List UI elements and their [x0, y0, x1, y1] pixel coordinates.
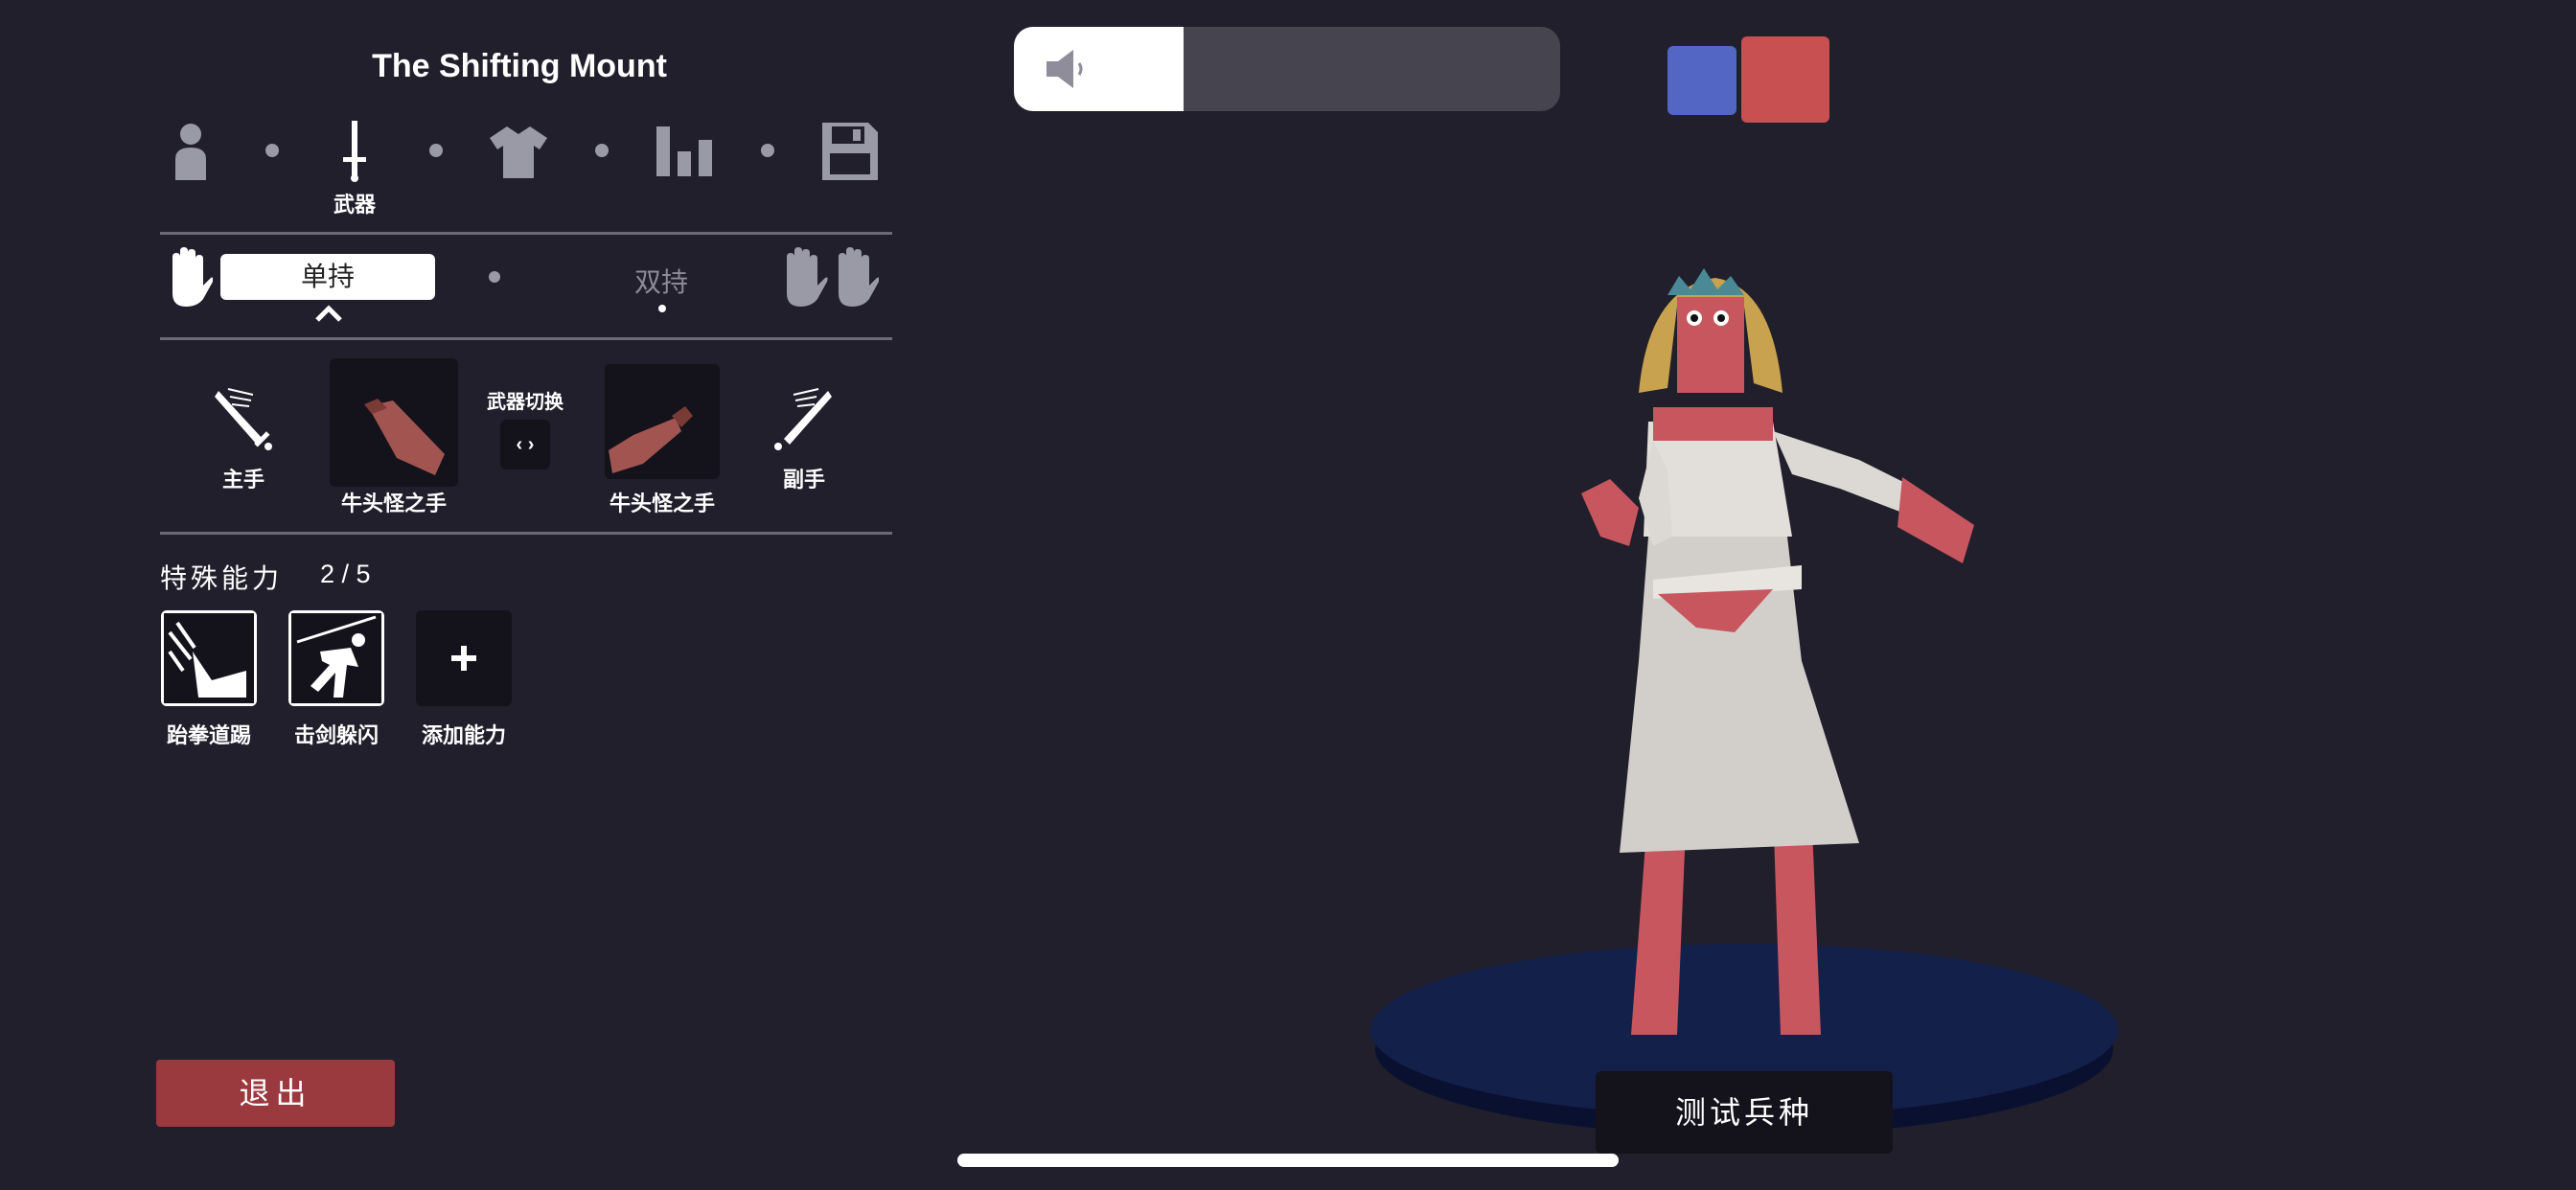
divider [160, 337, 892, 340]
exit-button[interactable]: 退出 [156, 1060, 395, 1127]
unit-preview [1370, 268, 2118, 1135]
main-hand-sword-icon [215, 387, 272, 455]
ability-label-3: 添加能力 [421, 723, 506, 747]
weapon-swap-label: 武器切换 [487, 392, 564, 413]
weapon-swap-button[interactable]: ‹ › [500, 420, 550, 469]
team-blue-button[interactable] [1668, 46, 1736, 115]
minotaur-hand-icon [609, 406, 693, 473]
test-unit-button[interactable]: 测试兵种 [1596, 1071, 1893, 1154]
home-indicator [957, 1154, 1619, 1167]
chevron-up-icon [315, 305, 342, 327]
stats-icon[interactable] [650, 117, 719, 186]
divider [160, 532, 892, 535]
mode-separator [489, 271, 500, 283]
save-icon[interactable] [816, 117, 885, 186]
sword-icon[interactable] [320, 117, 389, 186]
plus-icon [451, 646, 476, 671]
ability-label-1: 跆拳道踢 [166, 723, 251, 747]
step-label-weapon: 武器 [333, 193, 376, 217]
ability-slot-1[interactable] [161, 610, 257, 706]
ability-label-2: 击剑躲闪 [293, 723, 379, 747]
volume-fill [1014, 27, 1184, 111]
abilities-header: 特殊能力 [160, 563, 284, 593]
dual-hold-toggle[interactable]: 双持 [613, 262, 709, 300]
kick-icon [164, 613, 254, 703]
off-hand-label: 副手 [782, 468, 825, 492]
mode-indicator-dot [658, 305, 666, 312]
main-hand-label: 主手 [221, 468, 264, 492]
step-separator [761, 144, 774, 157]
add-ability-button[interactable] [416, 610, 512, 706]
main-weapon-slot[interactable] [330, 358, 458, 487]
single-hand-icon[interactable] [165, 247, 214, 311]
abilities-count: 2 / 5 [320, 560, 371, 588]
person-icon[interactable] [156, 117, 225, 186]
parry-icon [291, 613, 381, 703]
off-hand-sword-icon [774, 387, 832, 455]
main-weapon-name: 牛头怪之手 [340, 492, 447, 515]
dual-hand-icon[interactable] [779, 247, 880, 311]
shirt-icon[interactable] [484, 117, 553, 186]
step-separator [265, 144, 279, 157]
single-hold-toggle[interactable]: 单持 [220, 254, 435, 300]
ability-slot-2[interactable] [288, 610, 384, 706]
off-weapon-name: 牛头怪之手 [609, 492, 715, 515]
minotaur-hand-icon [364, 399, 445, 475]
step-separator [595, 144, 609, 157]
volume-slider[interactable] [1014, 27, 1560, 111]
off-weapon-slot[interactable] [605, 364, 720, 479]
step-separator [429, 144, 443, 157]
speaker-icon [1046, 48, 1094, 95]
unit-title: The Shifting Mount [372, 48, 667, 84]
unit-editor-panel: The Shifting Mount 武器 单持 双持 主手 牛头怪之手 武器切… [0, 0, 920, 1190]
team-red-button[interactable] [1741, 36, 1829, 123]
divider [160, 232, 892, 235]
